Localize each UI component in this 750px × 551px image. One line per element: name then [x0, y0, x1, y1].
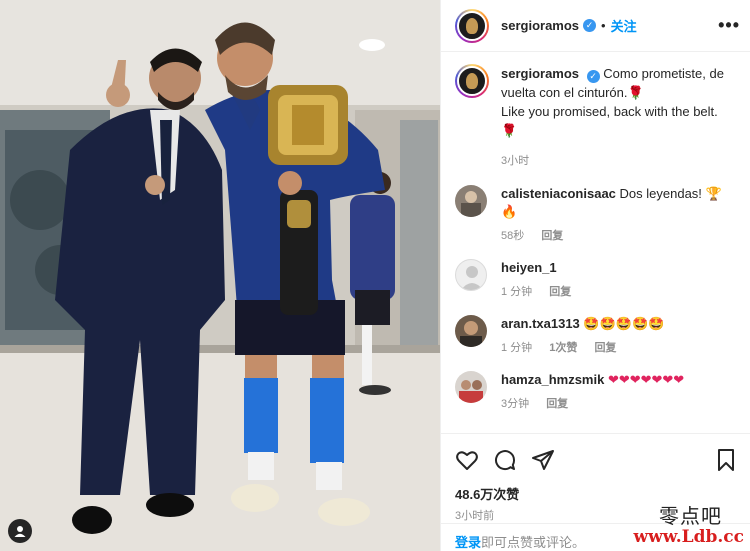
reply-button[interactable]: 回复 — [549, 286, 571, 298]
reply-button[interactable]: 回复 — [541, 230, 563, 242]
separator-dot: • — [601, 18, 606, 33]
rose-emoji: 🌹 — [627, 85, 644, 100]
comment-like-count[interactable]: 1次赞 — [549, 342, 577, 354]
user-icon — [14, 526, 26, 537]
comment-time: 1 分钟 — [501, 286, 533, 298]
comment-avatar[interactable] — [455, 185, 487, 217]
author-avatar[interactable] — [455, 8, 489, 43]
comment-icon[interactable] — [493, 448, 517, 472]
caption-author-avatar[interactable] — [455, 64, 489, 98]
tagged-users-button[interactable] — [8, 519, 32, 543]
comments-list[interactable]: sergioramos ✓ Como prometiste, de vuelta… — [441, 52, 750, 424]
comment-avatar[interactable] — [455, 259, 487, 291]
follow-button[interactable]: 关注 — [611, 16, 637, 35]
comment-item: hamza_hmzsmik ❤❤❤❤❤❤❤ 3分钟 回复 — [455, 371, 736, 413]
comment-time: 3分钟 — [501, 398, 530, 410]
comment-avatar[interactable] — [455, 371, 487, 403]
comment-user[interactable]: heiyen_1 — [501, 260, 557, 275]
reply-button[interactable]: 回复 — [546, 398, 568, 410]
post-header: sergioramos ✓ • 关注 ••• — [441, 0, 750, 52]
more-options-icon[interactable]: ••• — [718, 15, 740, 36]
verified-badge-icon: ✓ — [586, 70, 600, 83]
action-icons — [455, 444, 737, 476]
verified-badge-icon: ✓ — [583, 19, 597, 32]
comment-user[interactable]: aran.txa1313 — [501, 316, 580, 331]
caption-time: 3小时 — [501, 155, 530, 167]
comment-user[interactable]: calisteniaconisaac — [501, 186, 616, 201]
comment-avatar[interactable] — [455, 315, 487, 347]
comment-text: ❤❤❤❤❤❤❤ — [607, 372, 685, 387]
caption-author[interactable]: sergioramos — [501, 66, 579, 81]
photo-illustration — [0, 0, 440, 551]
bookmark-icon[interactable] — [715, 448, 737, 472]
caption: sergioramos ✓ Como prometiste, de vuelta… — [455, 64, 736, 171]
post-photo[interactable] — [0, 0, 440, 551]
comment-text: 🤩🤩🤩🤩🤩 — [583, 316, 665, 331]
caption-text-en: Like you promised, back with the belt. — [501, 104, 718, 119]
heart-icon[interactable] — [455, 448, 479, 472]
comment-item: calisteniaconisaac Dos leyendas! 🏆🔥 58秒 … — [455, 185, 736, 245]
share-icon[interactable] — [531, 448, 555, 472]
login-link[interactable]: 登录 — [455, 535, 481, 550]
reply-button[interactable]: 回复 — [594, 342, 616, 354]
watermark-title: 零点吧 — [659, 504, 722, 528]
comment-item: heiyen_1 1 分钟 回复 — [455, 259, 736, 301]
login-prompt-text: 即可点赞或评论。 — [481, 535, 586, 550]
comment-item: aran.txa1313 🤩🤩🤩🤩🤩 1 分钟 1次赞 回复 — [455, 315, 736, 357]
comment-time: 1 分钟 — [501, 342, 533, 354]
comment-time: 58秒 — [501, 230, 525, 242]
rose-emoji: 🌹 — [501, 123, 518, 138]
watermark-url: www.Ldb.cc — [633, 527, 744, 547]
comment-user[interactable]: hamza_hmzsmik — [501, 372, 604, 387]
post-side-panel: sergioramos ✓ • 关注 ••• sergioramos ✓ Com… — [440, 0, 750, 551]
author-handle[interactable]: sergioramos — [501, 18, 579, 33]
